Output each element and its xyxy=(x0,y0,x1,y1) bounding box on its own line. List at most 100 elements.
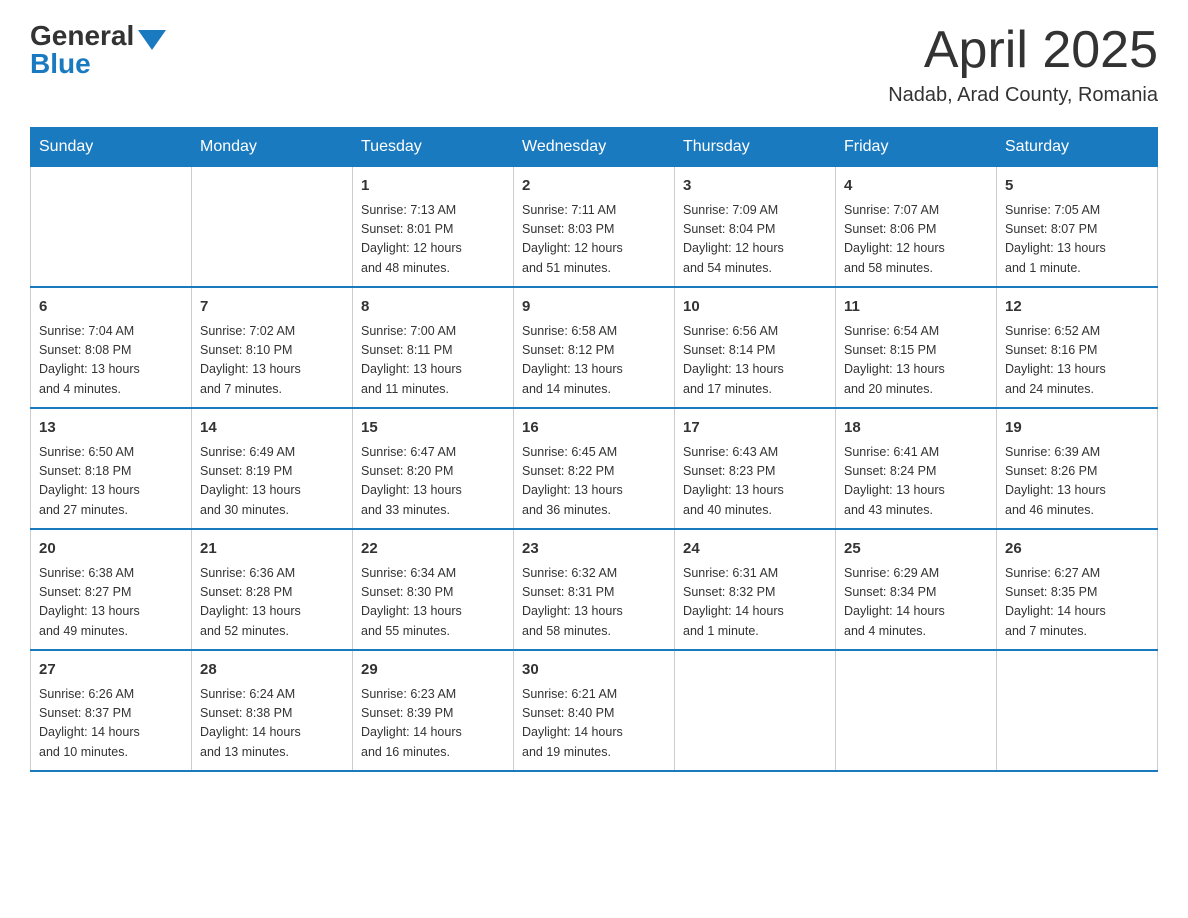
calendar-cell: 30 Sunrise: 6:21 AMSunset: 8:40 PMDayligh… xyxy=(514,650,675,771)
day-info: Sunrise: 6:23 AMSunset: 8:39 PMDaylight:… xyxy=(361,685,505,763)
day-number: 26 xyxy=(1005,538,1149,561)
calendar-cell: 26 Sunrise: 6:27 AMSunset: 8:35 PMDayligh… xyxy=(997,529,1158,650)
location-text: Nadab, Arad County, Romania xyxy=(888,84,1158,107)
logo-arrow-icon xyxy=(138,30,166,50)
calendar-week-row: 6 Sunrise: 7:04 AMSunset: 8:08 PMDaylight… xyxy=(31,287,1158,408)
calendar-cell: 12 Sunrise: 6:52 AMSunset: 8:16 PMDayligh… xyxy=(997,287,1158,408)
day-info: Sunrise: 7:04 AMSunset: 8:08 PMDaylight:… xyxy=(39,322,183,400)
day-number: 16 xyxy=(522,417,666,440)
day-number: 27 xyxy=(39,659,183,682)
calendar-week-row: 27 Sunrise: 6:26 AMSunset: 8:37 PMDayligh… xyxy=(31,650,1158,771)
day-of-week-header: Monday xyxy=(192,128,353,167)
day-number: 3 xyxy=(683,175,827,198)
calendar-cell: 14Sunrise: 6:49 AMSunset: 8:19 PMDayligh… xyxy=(192,408,353,529)
day-info: Sunrise: 6:36 AMSunset: 8:28 PMDaylight:… xyxy=(200,564,344,642)
day-info: Sunrise: 6:24 AMSunset: 8:38 PMDaylight:… xyxy=(200,685,344,763)
calendar-cell xyxy=(836,650,997,771)
calendar-body: 1Sunrise: 7:13 AMSunset: 8:01 PMDaylight… xyxy=(31,167,1158,772)
day-number: 19 xyxy=(1005,417,1149,440)
calendar-cell: 1Sunrise: 7:13 AMSunset: 8:01 PMDaylight… xyxy=(353,167,514,288)
calendar-header: SundayMondayTuesdayWednesdayThursdayFrid… xyxy=(31,128,1158,167)
day-number: 21 xyxy=(200,538,344,561)
day-of-week-header: Wednesday xyxy=(514,128,675,167)
day-number: 24 xyxy=(683,538,827,561)
calendar-cell: 11Sunrise: 6:54 AMSunset: 8:15 PMDayligh… xyxy=(836,287,997,408)
day-info: Sunrise: 7:00 AMSunset: 8:11 PMDaylight:… xyxy=(361,322,505,400)
day-number: 23 xyxy=(522,538,666,561)
day-info: Sunrise: 6:43 AMSunset: 8:23 PMDaylight:… xyxy=(683,443,827,521)
day-number: 30 xyxy=(522,659,666,682)
calendar-cell: 23 Sunrise: 6:32 AMSunset: 8:31 PMDayligh… xyxy=(514,529,675,650)
day-number: 7 xyxy=(200,296,344,319)
day-info: Sunrise: 6:56 AMSunset: 8:14 PMDaylight:… xyxy=(683,322,827,400)
day-info: Sunrise: 6:34 AMSunset: 8:30 PMDaylight:… xyxy=(361,564,505,642)
page-header: General Blue April 2025 Nadab, Arad Coun… xyxy=(30,20,1158,107)
month-title: April 2025 xyxy=(888,20,1158,80)
calendar-cell: 20Sunrise: 6:38 AMSunset: 8:27 PMDayligh… xyxy=(31,529,192,650)
day-info: Sunrise: 6:38 AMSunset: 8:27 PMDaylight:… xyxy=(39,564,183,642)
day-number: 2 xyxy=(522,175,666,198)
day-info: Sunrise: 6:45 AMSunset: 8:22 PMDaylight:… xyxy=(522,443,666,521)
day-of-week-header: Friday xyxy=(836,128,997,167)
calendar-cell: 28 Sunrise: 6:24 AMSunset: 8:38 PMDayligh… xyxy=(192,650,353,771)
day-number: 6 xyxy=(39,296,183,319)
calendar-cell: 13Sunrise: 6:50 AMSunset: 8:18 PMDayligh… xyxy=(31,408,192,529)
day-number: 12 xyxy=(1005,296,1149,319)
day-number: 17 xyxy=(683,417,827,440)
day-info: Sunrise: 6:39 AMSunset: 8:26 PMDaylight:… xyxy=(1005,443,1149,521)
calendar-cell: 21 Sunrise: 6:36 AMSunset: 8:28 PMDayligh… xyxy=(192,529,353,650)
calendar-cell: 6 Sunrise: 7:04 AMSunset: 8:08 PMDaylight… xyxy=(31,287,192,408)
calendar-cell: 9Sunrise: 6:58 AMSunset: 8:12 PMDaylight… xyxy=(514,287,675,408)
day-info: Sunrise: 6:49 AMSunset: 8:19 PMDaylight:… xyxy=(200,443,344,521)
day-info: Sunrise: 6:50 AMSunset: 8:18 PMDaylight:… xyxy=(39,443,183,521)
calendar-cell xyxy=(675,650,836,771)
day-info: Sunrise: 6:41 AMSunset: 8:24 PMDaylight:… xyxy=(844,443,988,521)
days-of-week-row: SundayMondayTuesdayWednesdayThursdayFrid… xyxy=(31,128,1158,167)
calendar-week-row: 13Sunrise: 6:50 AMSunset: 8:18 PMDayligh… xyxy=(31,408,1158,529)
calendar-cell: 15Sunrise: 6:47 AMSunset: 8:20 PMDayligh… xyxy=(353,408,514,529)
calendar-cell: 25Sunrise: 6:29 AMSunset: 8:34 PMDayligh… xyxy=(836,529,997,650)
day-number: 25 xyxy=(844,538,988,561)
calendar-cell: 10 Sunrise: 6:56 AMSunset: 8:14 PMDayligh… xyxy=(675,287,836,408)
day-number: 18 xyxy=(844,417,988,440)
day-info: Sunrise: 7:05 AMSunset: 8:07 PMDaylight:… xyxy=(1005,201,1149,279)
day-info: Sunrise: 7:09 AMSunset: 8:04 PMDaylight:… xyxy=(683,201,827,279)
day-info: Sunrise: 6:31 AMSunset: 8:32 PMDaylight:… xyxy=(683,564,827,642)
calendar-week-row: 20Sunrise: 6:38 AMSunset: 8:27 PMDayligh… xyxy=(31,529,1158,650)
calendar-week-row: 1Sunrise: 7:13 AMSunset: 8:01 PMDaylight… xyxy=(31,167,1158,288)
calendar-cell: 29 Sunrise: 6:23 AMSunset: 8:39 PMDayligh… xyxy=(353,650,514,771)
day-number: 1 xyxy=(361,175,505,198)
title-section: April 2025 Nadab, Arad County, Romania xyxy=(888,20,1158,107)
day-number: 29 xyxy=(361,659,505,682)
calendar-cell: 22Sunrise: 6:34 AMSunset: 8:30 PMDayligh… xyxy=(353,529,514,650)
day-info: Sunrise: 6:32 AMSunset: 8:31 PMDaylight:… xyxy=(522,564,666,642)
day-info: Sunrise: 7:02 AMSunset: 8:10 PMDaylight:… xyxy=(200,322,344,400)
logo-blue-text: Blue xyxy=(30,48,91,80)
calendar-cell: 16 Sunrise: 6:45 AMSunset: 8:22 PMDayligh… xyxy=(514,408,675,529)
calendar-cell: 19 Sunrise: 6:39 AMSunset: 8:26 PMDayligh… xyxy=(997,408,1158,529)
day-number: 10 xyxy=(683,296,827,319)
calendar-cell: 18 Sunrise: 6:41 AMSunset: 8:24 PMDayligh… xyxy=(836,408,997,529)
day-info: Sunrise: 6:26 AMSunset: 8:37 PMDaylight:… xyxy=(39,685,183,763)
day-number: 28 xyxy=(200,659,344,682)
day-number: 5 xyxy=(1005,175,1149,198)
calendar-cell: 4 Sunrise: 7:07 AMSunset: 8:06 PMDaylight… xyxy=(836,167,997,288)
calendar-cell xyxy=(997,650,1158,771)
day-number: 8 xyxy=(361,296,505,319)
calendar-cell xyxy=(192,167,353,288)
day-number: 11 xyxy=(844,296,988,319)
day-info: Sunrise: 7:11 AMSunset: 8:03 PMDaylight:… xyxy=(522,201,666,279)
calendar-cell: 3 Sunrise: 7:09 AMSunset: 8:04 PMDaylight… xyxy=(675,167,836,288)
calendar-cell: 27 Sunrise: 6:26 AMSunset: 8:37 PMDayligh… xyxy=(31,650,192,771)
day-of-week-header: Tuesday xyxy=(353,128,514,167)
calendar-cell: 5 Sunrise: 7:05 AMSunset: 8:07 PMDaylight… xyxy=(997,167,1158,288)
calendar-table: SundayMondayTuesdayWednesdayThursdayFrid… xyxy=(30,127,1158,772)
day-info: Sunrise: 6:21 AMSunset: 8:40 PMDaylight:… xyxy=(522,685,666,763)
day-info: Sunrise: 6:27 AMSunset: 8:35 PMDaylight:… xyxy=(1005,564,1149,642)
calendar-cell: 2 Sunrise: 7:11 AMSunset: 8:03 PMDaylight… xyxy=(514,167,675,288)
calendar-cell: 17 Sunrise: 6:43 AMSunset: 8:23 PMDayligh… xyxy=(675,408,836,529)
day-info: Sunrise: 7:07 AMSunset: 8:06 PMDaylight:… xyxy=(844,201,988,279)
day-number: 4 xyxy=(844,175,988,198)
day-info: Sunrise: 6:52 AMSunset: 8:16 PMDaylight:… xyxy=(1005,322,1149,400)
day-of-week-header: Thursday xyxy=(675,128,836,167)
